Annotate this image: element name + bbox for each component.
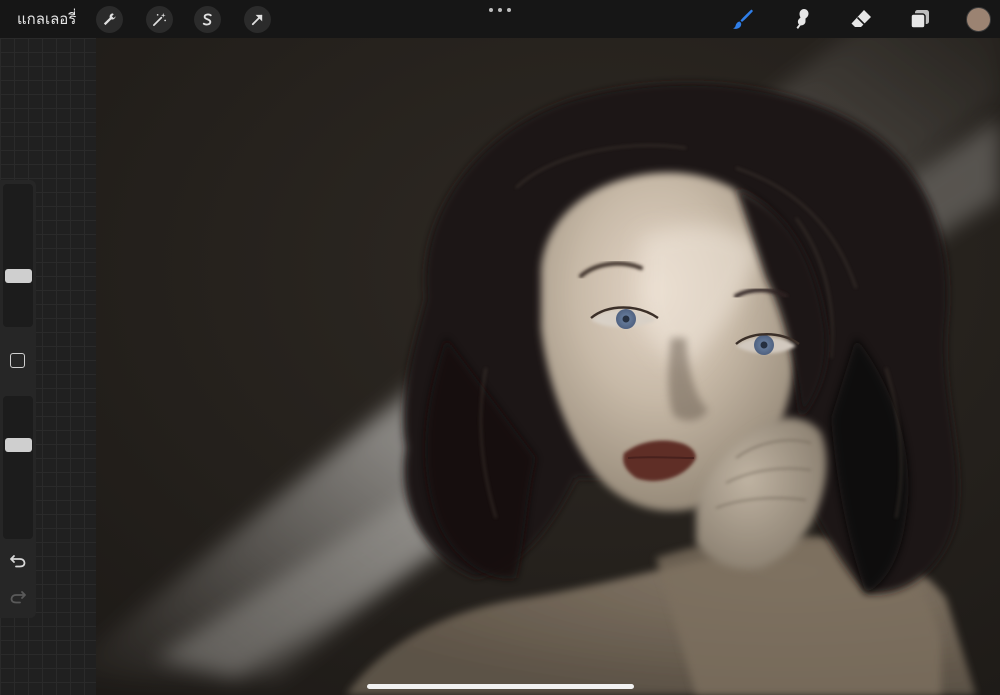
arrow-cursor-icon [251,14,263,26]
selection-s-icon [202,13,212,26]
brush-size-thumb[interactable] [5,269,32,283]
more-dots-icon[interactable] [489,4,511,16]
drawing-canvas[interactable] [96,38,1000,695]
selection-button[interactable] [194,6,221,33]
gallery-button[interactable]: แกลเลอรี่ [17,6,76,32]
transform-button[interactable] [244,6,271,33]
redo-arrow-icon[interactable] [8,588,28,606]
eraser-icon [851,10,871,27]
actions-button[interactable] [96,6,123,33]
left-sidebar [0,180,36,618]
layers-button[interactable] [906,5,934,33]
opacity-thumb[interactable] [5,438,32,452]
adjustments-button[interactable] [146,6,173,33]
eraser-tool-button[interactable] [847,5,875,33]
layers-icon [910,10,929,29]
color-picker-swatch[interactable] [966,7,991,32]
home-indicator[interactable] [367,684,634,689]
magic-wand-icon [153,12,166,26]
brush-icon [733,9,753,29]
square-modify-icon[interactable] [10,353,25,368]
brush-size-slider[interactable] [3,184,33,327]
undo-arrow-icon[interactable] [8,552,28,570]
brush-tool-button[interactable] [729,5,757,33]
smudge-tool-button[interactable] [788,5,816,33]
top-toolbar: แกลเลอรี่ [0,0,1000,38]
wrench-icon [103,13,116,26]
painting [96,38,1000,695]
opacity-slider[interactable] [3,396,33,539]
smudge-icon [796,9,809,29]
